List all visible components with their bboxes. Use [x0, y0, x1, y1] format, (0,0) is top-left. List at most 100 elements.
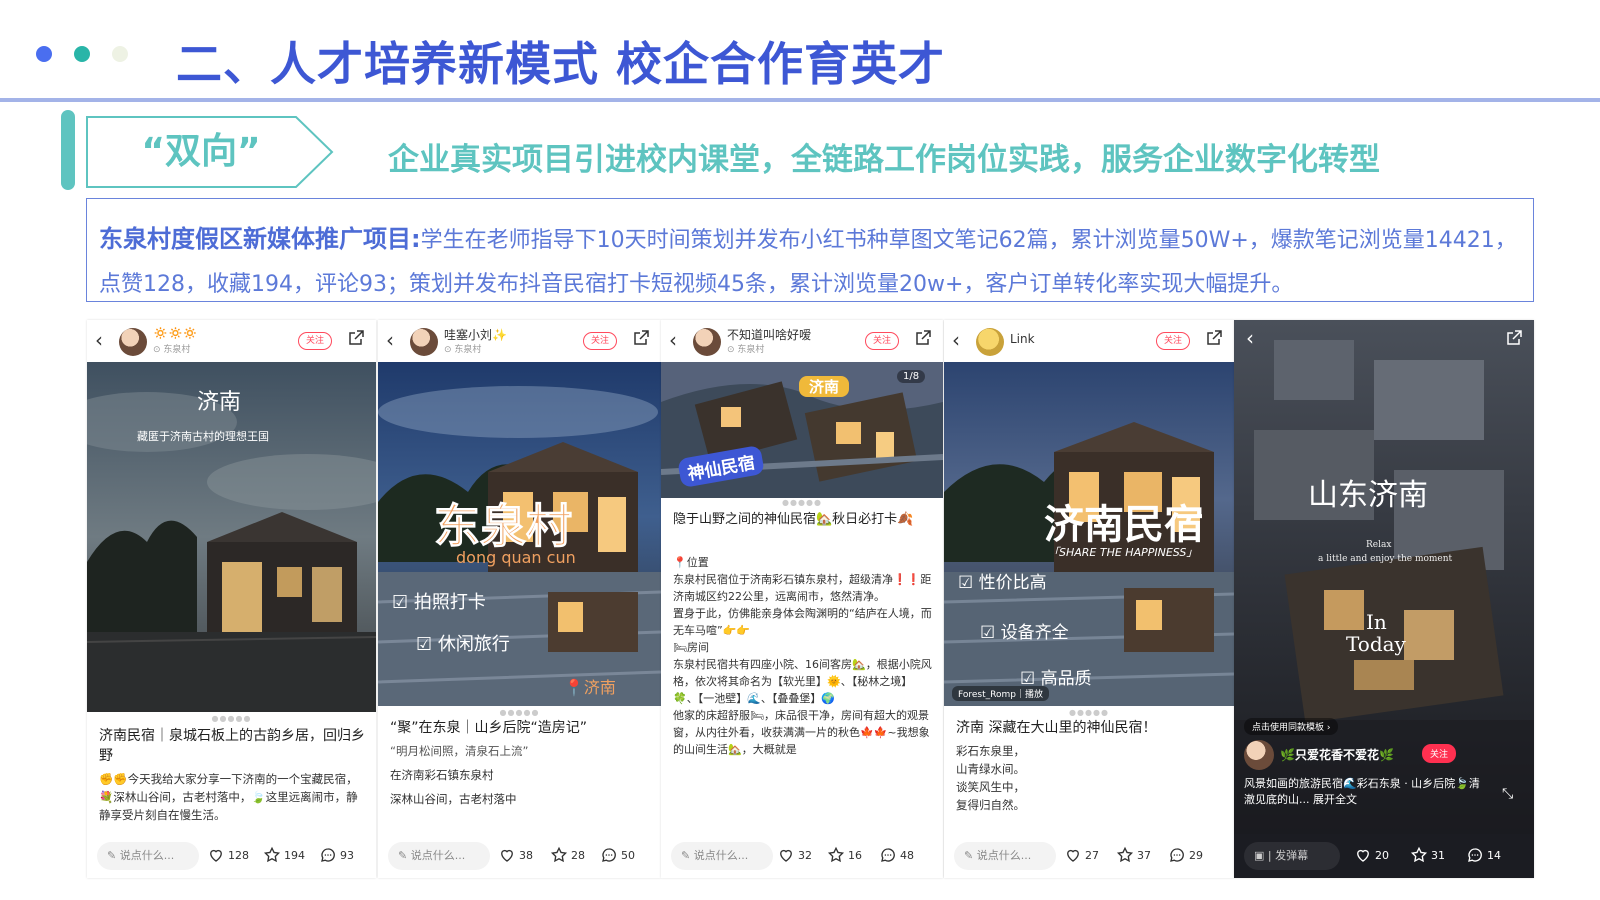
comment-button[interactable]: 50 [600, 846, 635, 864]
description-lead: 东泉村度假区新媒体推广项目: [99, 225, 421, 253]
like-button[interactable]: 27 [1064, 846, 1099, 864]
follow-button[interactable]: 关注 [583, 332, 617, 350]
shuangxiang-tag: “双向” [86, 116, 340, 188]
collect-button[interactable]: 28 [550, 846, 585, 864]
dot-cream [112, 46, 128, 62]
like-button[interactable]: 32 [777, 846, 812, 864]
comment-button[interactable]: 14 [1466, 846, 1501, 864]
post-body: 彩石东泉里， 山青绿水间。 谈笑风生中， 复得归自然。 [956, 744, 1025, 812]
image-counter: 1/8 [897, 370, 926, 383]
title-divider [0, 98, 1600, 102]
comment-icon [321, 848, 335, 862]
overlay-title: 东泉村 [434, 499, 573, 554]
back-icon[interactable]: ‹ [952, 328, 960, 352]
username[interactable]: Link [1010, 332, 1035, 346]
video-footer: ▣ | 发弹幕 20 31 14 [1234, 834, 1534, 878]
avatar[interactable] [693, 328, 721, 356]
overlay-enjoy: a little and enjoy the moment [1318, 554, 1453, 564]
share-icon[interactable] [348, 330, 364, 346]
comment-icon [881, 848, 895, 862]
page-title: 二、人才培养新模式 校企合作育英才 [176, 37, 946, 91]
carousel-dots: ●●●●● [1069, 708, 1109, 717]
post-image[interactable]: 东泉村 dong quan cun ☑ 拍照打卡 ☑ 休闲旅行 📍济南 [378, 362, 661, 706]
username[interactable]: 不知道叫啥好嗳 [727, 326, 811, 343]
overlay-in: In [1366, 610, 1387, 634]
overlay-check-2: ☑ 设备齐全 [980, 623, 1069, 643]
template-hint[interactable]: 点击使用同款模板 › [1244, 718, 1339, 735]
comment-button[interactable]: 48 [879, 846, 914, 864]
avatar[interactable] [1244, 740, 1274, 770]
location-tag: ⊙ 东泉村 [444, 345, 482, 355]
post-header: ‹ 哇塞小刘✨ ⊙ 东泉村 关注 [378, 320, 661, 362]
username[interactable]: 哇塞小刘✨ [444, 326, 507, 343]
comment-input[interactable]: ✎ 说点什么... [388, 842, 490, 870]
fullscreen-icon[interactable]: ⤡ [1502, 786, 1513, 802]
location-tag: ⊙ 东泉村 [153, 345, 191, 355]
post-card-4[interactable]: ‹ Link 关注 济南民宿 「SHARE THE HAPPINESS」 ☑ 性… [944, 320, 1234, 878]
back-icon[interactable]: ‹ [1246, 326, 1254, 350]
post-card-3[interactable]: ‹ 不知道叫啥好嗳 ⊙ 东泉村 关注 济南 神仙民宿 1/8 ●●●●● 隐于山… [661, 320, 943, 878]
share-icon[interactable] [1206, 330, 1222, 346]
comment-icon [1468, 848, 1482, 862]
share-icon[interactable] [1506, 330, 1522, 346]
follow-button[interactable]: 关注 [1156, 332, 1190, 350]
username[interactable]: 🔅🔅🔅 [153, 326, 198, 340]
star-icon [263, 846, 281, 863]
overlay-today: Today [1346, 632, 1406, 656]
back-icon[interactable]: ‹ [95, 328, 103, 352]
post-footer: ✎ 说点什么... 32 16 48 [661, 834, 943, 878]
comment-input[interactable]: ✎ 说点什么... [671, 842, 773, 870]
project-description: 东泉村度假区新媒体推广项目:学生在老师指导下10天时间策划并发布小红书种草图文笔… [86, 198, 1534, 302]
collect-button[interactable]: 37 [1116, 846, 1151, 864]
overlay-subtitle: 藏匿于济南古村的理想王国 [137, 430, 269, 443]
like-button[interactable]: 128 [207, 846, 249, 864]
music-tag: Forest_Romp｜播放 [952, 686, 1049, 701]
post-title: 济南 深藏在大山里的神仙民宿！ [956, 720, 1157, 736]
post-footer: ✎ 说点什么... 38 28 50 [378, 834, 661, 878]
video-card[interactable]: ‹ 山东济南 Relax a little and enjoy the mome… [1234, 320, 1534, 878]
danmaku-input[interactable]: ▣ | 发弹幕 [1244, 842, 1340, 870]
follow-button[interactable]: 关注 [298, 332, 332, 350]
post-footer: ✎ 说点什么... 27 37 29 [944, 834, 1234, 878]
like-button[interactable]: 38 [498, 846, 533, 864]
post-header: ‹ Link 关注 [944, 320, 1234, 362]
share-icon[interactable] [915, 330, 931, 346]
collect-button[interactable]: 31 [1410, 846, 1445, 864]
overlay-check-1: ☑ 性价比高 [958, 573, 1047, 593]
like-button[interactable]: 20 [1354, 846, 1389, 864]
collect-button[interactable]: 194 [263, 846, 305, 864]
dot-blue [36, 46, 52, 62]
post-image[interactable]: 济南 神仙民宿 1/8 [661, 362, 943, 498]
heart-icon [210, 849, 222, 862]
follow-button[interactable]: 关注 [865, 332, 899, 350]
back-icon[interactable]: ‹ [669, 328, 677, 352]
overlay-relax: Relax [1366, 540, 1392, 550]
avatar[interactable] [119, 328, 147, 356]
share-icon[interactable] [633, 330, 649, 346]
overlay-location: 📍济南 [564, 678, 616, 697]
video-caption: 风景如画的旅游民宿🌊彩石东泉 · 山乡后院🍃清澈见底的山... 展开全文 [1244, 777, 1480, 806]
post-image[interactable]: 济南民宿 「SHARE THE HAPPINESS」 ☑ 性价比高 ☑ 设备齐全… [944, 362, 1234, 706]
follow-button[interactable]: 关注 [1422, 744, 1457, 763]
comment-input[interactable]: ✎ 说点什么... [954, 842, 1056, 870]
heart-icon [501, 849, 513, 862]
post-card-1[interactable]: ‹ 🔅🔅🔅 ⊙ 东泉村 关注 济南 藏匿于济南古村的理想王国 ●●●●● 济南民… [87, 320, 376, 878]
back-icon[interactable]: ‹ [386, 328, 394, 352]
avatar[interactable] [410, 328, 438, 356]
post-image[interactable]: 济南 藏匿于济南古村的理想王国 [87, 362, 376, 712]
slogan: 企业真实项目引进校内课堂，全链路工作岗位实践，服务企业数字化转型 [388, 142, 1380, 178]
post-footer: ✎ 说点什么... 128 194 93 [87, 834, 376, 878]
avatar[interactable] [976, 328, 1004, 356]
comment-button[interactable]: 29 [1168, 846, 1203, 864]
comment-button[interactable]: 93 [319, 846, 354, 864]
collect-button[interactable]: 16 [827, 846, 862, 864]
carousel-dots: ●●●●● [211, 714, 252, 723]
dot-teal [74, 46, 90, 62]
overlay-check-1: ☑ 拍照打卡 [392, 592, 486, 613]
location-tag: ⊙ 东泉村 [727, 345, 765, 355]
star-icon [827, 846, 845, 863]
username[interactable]: 🌿只爱花香不爱花🌿 [1280, 746, 1394, 763]
heart-icon [1067, 849, 1079, 862]
post-card-2[interactable]: ‹ 哇塞小刘✨ ⊙ 东泉村 关注 东泉村 dong quan cun ☑ 拍照打… [378, 320, 661, 878]
comment-input[interactable]: ✎ 说点什么... [97, 842, 199, 870]
